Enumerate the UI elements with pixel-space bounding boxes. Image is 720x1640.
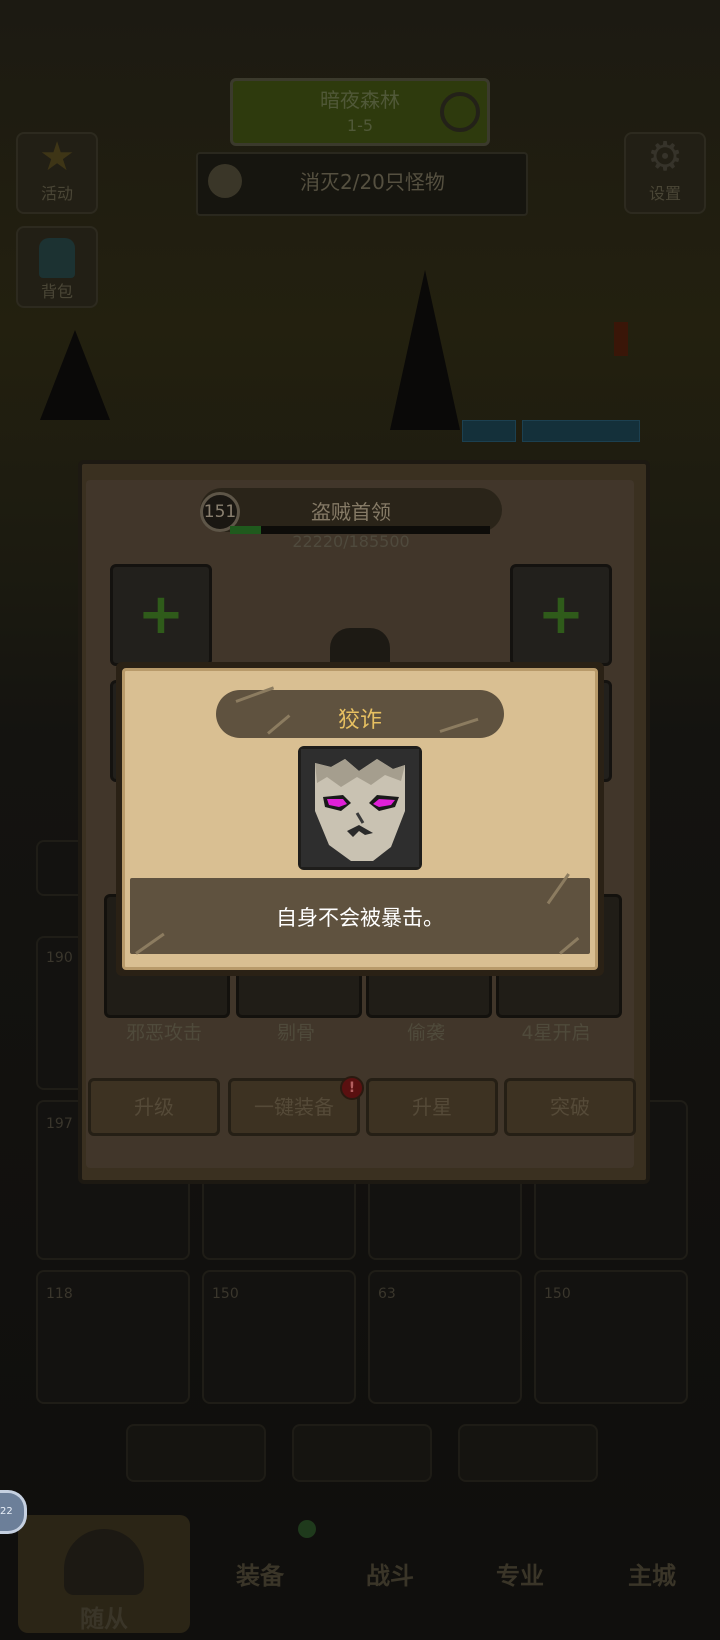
skill-label: 剔骨	[276, 1022, 315, 1044]
skill-label: 4星开启	[521, 1022, 591, 1044]
plus-icon: +	[537, 582, 585, 647]
auto-equip-alert-icon: !	[340, 1076, 364, 1100]
trait-title: 狡诈	[337, 708, 382, 733]
sly-face-icon	[301, 749, 419, 867]
nav-tab-label: 随从	[80, 1605, 128, 1633]
event-label: 活动	[40, 184, 73, 203]
xp-text: 22220/185500	[292, 532, 410, 551]
recruit-button[interactable]	[458, 1424, 598, 1482]
nav-tab-equipment[interactable]: 装备	[236, 1556, 284, 1591]
roster-card[interactable]: 150	[534, 1270, 688, 1404]
roster-card[interactable]: 63	[368, 1270, 522, 1404]
equip-slot-ring[interactable]: +	[510, 564, 612, 666]
settings-button[interactable]: ⚙ 设置	[624, 132, 706, 214]
roster-level: 150	[544, 1286, 571, 1302]
backpack-icon	[39, 238, 75, 278]
settings-label: 设置	[648, 184, 681, 203]
event-button[interactable]: ★ 活动	[16, 132, 98, 214]
roster-level: 150	[212, 1286, 239, 1302]
level-up-button[interactable]: 升级	[88, 1078, 220, 1136]
helmet-icon	[64, 1529, 144, 1595]
equip-slot-armor[interactable]: +	[110, 564, 212, 666]
gear-icon: ⚙	[647, 134, 683, 180]
kill-counter-icon	[208, 164, 242, 198]
enemy-hp-chip	[462, 420, 516, 442]
refresh-icon	[440, 92, 480, 132]
hero-name: 盗贼首领	[311, 500, 391, 524]
nav-tab-followers[interactable]: 随从	[18, 1515, 190, 1633]
star-up-button[interactable]: 升星	[366, 1078, 498, 1136]
nav-alert-dot	[298, 1520, 316, 1538]
roster-level: 118	[46, 1286, 73, 1302]
nav-tab-profession[interactable]: 专业	[496, 1556, 544, 1591]
trait-description: 自身不会被暴击。	[276, 906, 444, 930]
roster-card[interactable]: 150	[202, 1270, 356, 1404]
nav-tab-battle[interactable]: 战斗	[366, 1556, 414, 1591]
nav-tab-main-city[interactable]: 主城	[628, 1556, 676, 1591]
kill-progress-text: 消灭2/20只怪物	[300, 170, 445, 194]
trait-icon-frame	[298, 746, 422, 870]
backpack-button[interactable]: 背包	[16, 226, 98, 308]
skill-label: 邪恶攻击	[125, 1022, 202, 1044]
side-notification-bubble[interactable]: 22	[0, 1490, 27, 1534]
sort-button[interactable]	[126, 1424, 266, 1482]
backpack-label: 背包	[40, 282, 73, 301]
enemy-marker	[614, 322, 628, 356]
notification-count: 22	[0, 1506, 13, 1517]
roster-card[interactable]: 118	[36, 1270, 190, 1404]
star-icon: ★	[39, 134, 75, 180]
roster-level: 63	[378, 1286, 396, 1302]
plus-icon: +	[137, 582, 185, 647]
skill-label: 偷袭	[406, 1022, 445, 1044]
breakthrough-button[interactable]: 突破	[504, 1078, 636, 1136]
filter-button[interactable]	[292, 1424, 432, 1482]
enemy-hp-chip	[522, 420, 640, 442]
